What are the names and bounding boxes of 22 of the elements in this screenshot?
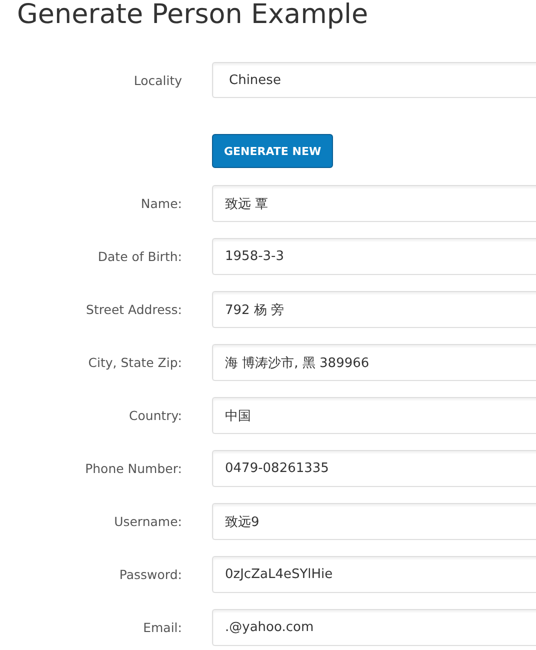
field-label: Street Address: (85, 302, 182, 317)
generate-new-button[interactable]: GENERATE NEW (212, 134, 334, 168)
input-field[interactable]: 致远9 (212, 503, 536, 540)
field-label: Email: (142, 620, 182, 635)
input-field[interactable]: 0479-08261335 (212, 450, 536, 487)
field-label: Name: (140, 196, 182, 211)
field-label: Phone Number: (84, 461, 182, 476)
input-field[interactable]: 中国 (212, 397, 536, 434)
input-field[interactable]: 1958-3-3 (212, 238, 536, 275)
field-label: City, State Zip: (87, 355, 182, 370)
page-title: Generate Person Example (17, 0, 370, 30)
input-field[interactable]: 792 杨 旁 (212, 291, 536, 328)
input-field[interactable]: 致远 覃 (212, 185, 536, 222)
field-label: Locality (132, 72, 182, 88)
input-field[interactable]: 海 博涛沙市, 黑 389966 (212, 344, 536, 381)
field-label: Username: (113, 514, 182, 529)
input-field[interactable]: .@yahoo.com (212, 609, 536, 646)
locality-field[interactable]: Chinese (212, 62, 536, 98)
input-field[interactable]: 0zJcZaL4eSYlHie (212, 556, 536, 593)
field-label: Date of Birth: (96, 249, 182, 264)
field-label: Country: (128, 408, 182, 423)
field-label: Password: (118, 567, 182, 582)
